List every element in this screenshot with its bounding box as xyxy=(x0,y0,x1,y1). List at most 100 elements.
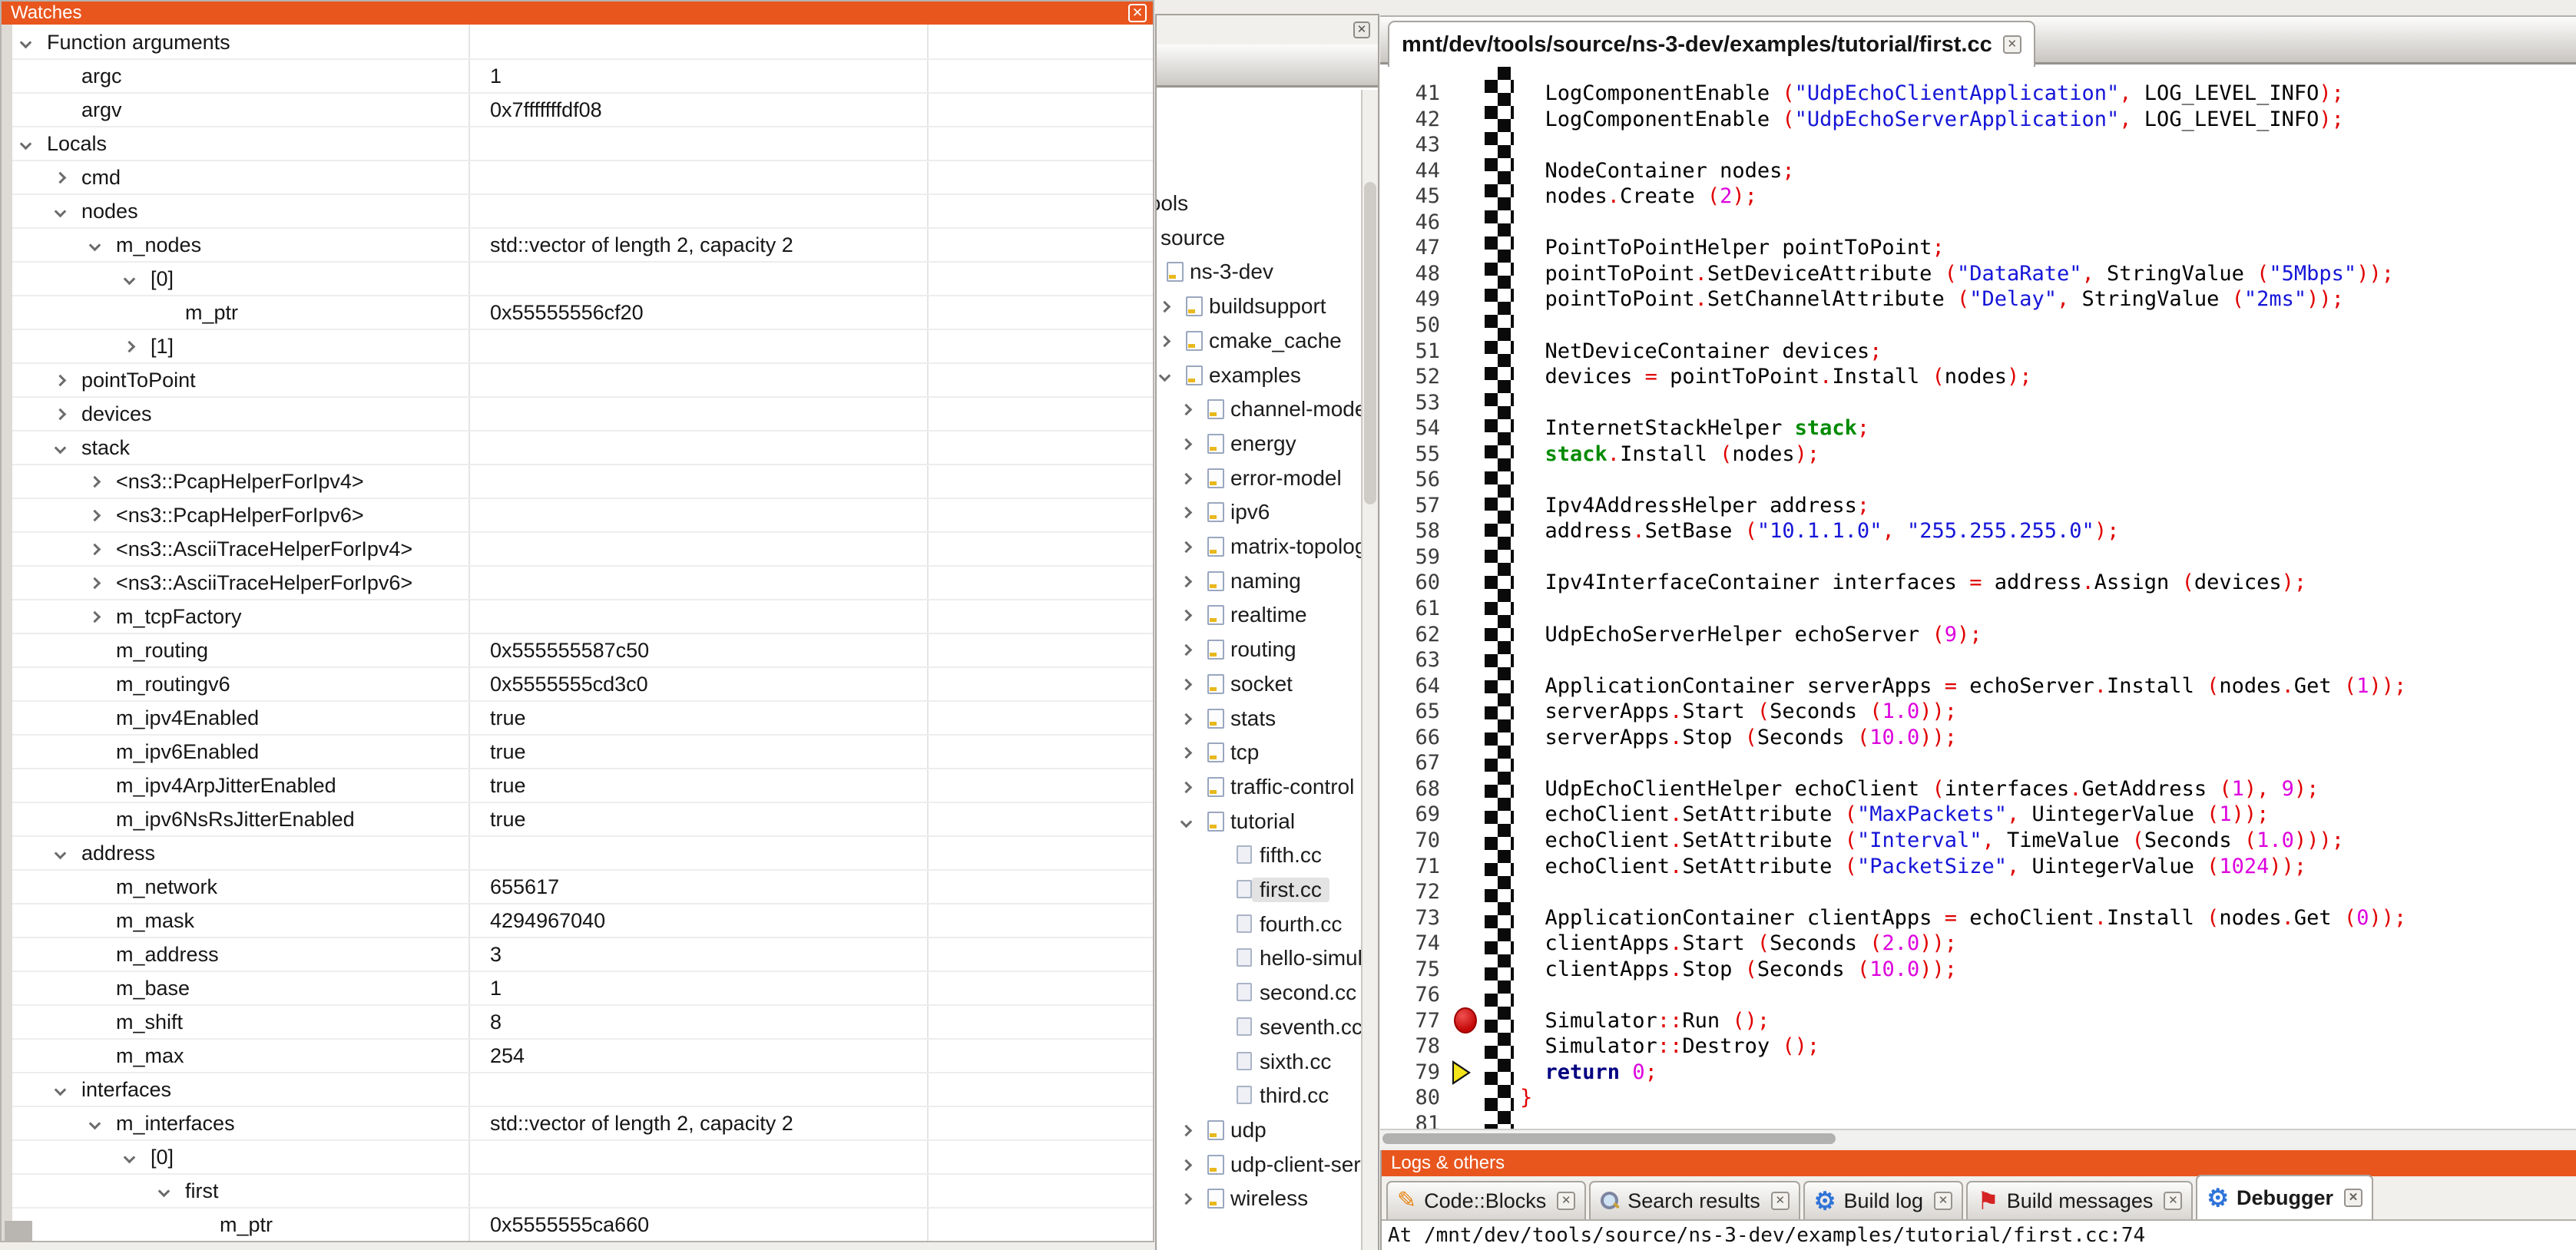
close-icon[interactable]: ✕ xyxy=(1353,21,1370,38)
tree-item-matrix-topology[interactable]: matrix-topology xyxy=(1157,531,1361,566)
tree-item-channel-models[interactable]: channel-models xyxy=(1157,394,1361,428)
line-number[interactable]: 70 xyxy=(1415,828,1440,852)
watch-row[interactable]: m_ptr0x5555555ca660 xyxy=(12,1209,1153,1241)
chevron-down-icon[interactable] xyxy=(158,1186,171,1198)
close-icon[interactable]: ✕ xyxy=(1557,1192,1575,1210)
watch-row[interactable]: m_tcpFactory xyxy=(12,600,1153,634)
scrollbar-thumb[interactable] xyxy=(1382,1133,1836,1144)
editor-content[interactable]: 4142434445464748495051525354555657585960… xyxy=(1380,67,2576,1129)
chevron-right-icon[interactable] xyxy=(55,375,67,387)
tree-item-hello-simulator-cc[interactable]: hello-simulator.cc xyxy=(1157,943,1361,977)
watch-row[interactable]: address xyxy=(12,837,1153,871)
line-number[interactable]: 50 xyxy=(1415,313,1440,337)
tree-item-sixth-cc[interactable]: sixth.cc xyxy=(1157,1047,1361,1081)
tree-item-ipv6[interactable]: ipv6 xyxy=(1157,497,1361,531)
tree-item-third-cc[interactable]: third.cc xyxy=(1157,1080,1361,1115)
chevron-right-icon[interactable] xyxy=(1180,575,1193,587)
chevron-down-icon[interactable] xyxy=(55,1084,67,1096)
line-number[interactable]: 57 xyxy=(1415,494,1440,518)
line-number[interactable]: 51 xyxy=(1415,339,1440,363)
logs-tab-build-messages[interactable]: ⚑Build messages✕ xyxy=(1966,1181,2193,1219)
line-number[interactable]: 81 xyxy=(1415,1112,1440,1129)
line-number[interactable]: 46 xyxy=(1415,210,1440,234)
watch-row[interactable]: pointToPoint xyxy=(12,364,1153,398)
management-tabband[interactable] xyxy=(1157,45,1378,88)
watch-row[interactable]: m_mask4294967040 xyxy=(12,904,1153,938)
breakpoint-margin[interactable] xyxy=(1448,67,1485,1129)
line-number[interactable]: 63 xyxy=(1415,648,1440,672)
line-number[interactable]: 76 xyxy=(1415,983,1440,1007)
watch-row[interactable]: devices xyxy=(12,398,1153,432)
close-icon[interactable]: ✕ xyxy=(2164,1192,2182,1210)
tree-item-energy[interactable]: energy xyxy=(1157,428,1361,463)
watch-row[interactable]: <ns3::AsciiTraceHelperForIpv4> xyxy=(12,533,1153,567)
watch-row[interactable]: argv0x7fffffffdf08 xyxy=(12,94,1153,127)
watch-row[interactable]: m_interfacesstd::vector of length 2, cap… xyxy=(12,1107,1153,1141)
tree-item-tutorial[interactable]: tutorial xyxy=(1157,806,1361,841)
line-number[interactable]: 58 xyxy=(1415,519,1440,543)
tree-item-tools[interactable]: tools xyxy=(1157,188,1361,223)
chevron-right-icon[interactable] xyxy=(1180,679,1193,691)
line-number[interactable]: 42 xyxy=(1415,107,1440,131)
line-number[interactable]: 72 xyxy=(1415,880,1440,904)
line-number[interactable]: 61 xyxy=(1415,597,1440,620)
line-number[interactable]: 73 xyxy=(1415,906,1440,930)
watch-row[interactable]: interfaces xyxy=(12,1073,1153,1107)
line-number[interactable]: 53 xyxy=(1415,391,1440,415)
line-number[interactable]: 66 xyxy=(1415,726,1440,749)
chevron-right-icon[interactable] xyxy=(1180,1125,1193,1137)
line-number[interactable]: 60 xyxy=(1415,570,1440,594)
chevron-down-icon[interactable] xyxy=(1159,369,1171,382)
watch-row[interactable]: cmd xyxy=(12,161,1153,195)
watch-row[interactable]: m_network655617 xyxy=(12,871,1153,904)
chevron-right-icon[interactable] xyxy=(89,544,101,556)
tree-item-buildsupport[interactable]: buildsupport xyxy=(1157,291,1361,326)
chevron-right-icon[interactable] xyxy=(1180,610,1193,622)
chevron-right-icon[interactable] xyxy=(1180,404,1193,416)
watch-row[interactable]: <ns3::PcapHelperForIpv4> xyxy=(12,465,1153,499)
watch-row[interactable]: <ns3::AsciiTraceHelperForIpv6> xyxy=(12,567,1153,600)
line-number[interactable]: 67 xyxy=(1415,751,1440,775)
close-icon[interactable]: ✕ xyxy=(2003,35,2021,54)
watch-row[interactable]: m_ipv4ArpJitterEnabledtrue xyxy=(12,769,1153,803)
chevron-down-icon[interactable] xyxy=(89,1118,101,1130)
watch-row[interactable]: Locals xyxy=(12,127,1153,161)
line-number[interactable]: 59 xyxy=(1415,545,1440,569)
line-number[interactable]: 71 xyxy=(1415,855,1440,878)
breakpoint-icon[interactable] xyxy=(1454,1007,1477,1033)
chevron-down-icon[interactable] xyxy=(1180,815,1193,828)
watch-row[interactable]: m_shift8 xyxy=(12,1006,1153,1040)
line-number[interactable]: 78 xyxy=(1415,1034,1440,1058)
line-number[interactable]: 44 xyxy=(1415,159,1440,183)
tree-item-first-cc[interactable]: first.cc xyxy=(1157,875,1361,909)
watch-row[interactable]: m_ipv6Enabledtrue xyxy=(12,736,1153,769)
logs-tab-debugger[interactable]: ⚙Debugger✕ xyxy=(2196,1175,2373,1219)
line-number[interactable]: 43 xyxy=(1415,133,1440,157)
watch-row[interactable]: <ns3::PcapHelperForIpv6> xyxy=(12,499,1153,533)
watch-row[interactable]: [1] xyxy=(12,330,1153,364)
chevron-right-icon[interactable] xyxy=(124,341,136,353)
logs-tab-build-log[interactable]: ⚙Build log✕ xyxy=(1803,1181,1963,1219)
chevron-right-icon[interactable] xyxy=(1159,336,1171,348)
line-number[interactable]: 49 xyxy=(1415,287,1440,311)
chevron-down-icon[interactable] xyxy=(55,442,67,455)
tree-item-seventh-cc[interactable]: seventh.cc xyxy=(1157,1012,1361,1047)
watch-row[interactable]: m_ipv6NsRsJitterEnabledtrue xyxy=(12,803,1153,837)
watch-row[interactable]: stack xyxy=(12,432,1153,465)
close-icon[interactable]: ✕ xyxy=(1128,4,1147,22)
tree-item-cmake-cache[interactable]: cmake_cache xyxy=(1157,326,1361,360)
tree-item-wireless[interactable]: wireless xyxy=(1157,1183,1361,1218)
tree-item-udp-client-server[interactable]: udp-client-server xyxy=(1157,1149,1361,1184)
chevron-down-icon[interactable] xyxy=(20,138,32,150)
chevron-down-icon[interactable] xyxy=(55,848,67,860)
tree-item-tcp[interactable]: tcp xyxy=(1157,737,1361,772)
line-number[interactable]: 62 xyxy=(1415,623,1440,646)
line-number[interactable]: 48 xyxy=(1415,262,1440,286)
chevron-right-icon[interactable] xyxy=(1180,472,1193,484)
chevron-right-icon[interactable] xyxy=(1180,713,1193,725)
line-number[interactable]: 55 xyxy=(1415,442,1440,466)
watch-row[interactable]: m_routing0x555555587c50 xyxy=(12,634,1153,668)
line-number[interactable]: 79 xyxy=(1415,1060,1440,1084)
tree-item-routing[interactable]: routing xyxy=(1157,634,1361,669)
logs-tab-search-results[interactable]: Search results✕ xyxy=(1589,1181,1800,1219)
